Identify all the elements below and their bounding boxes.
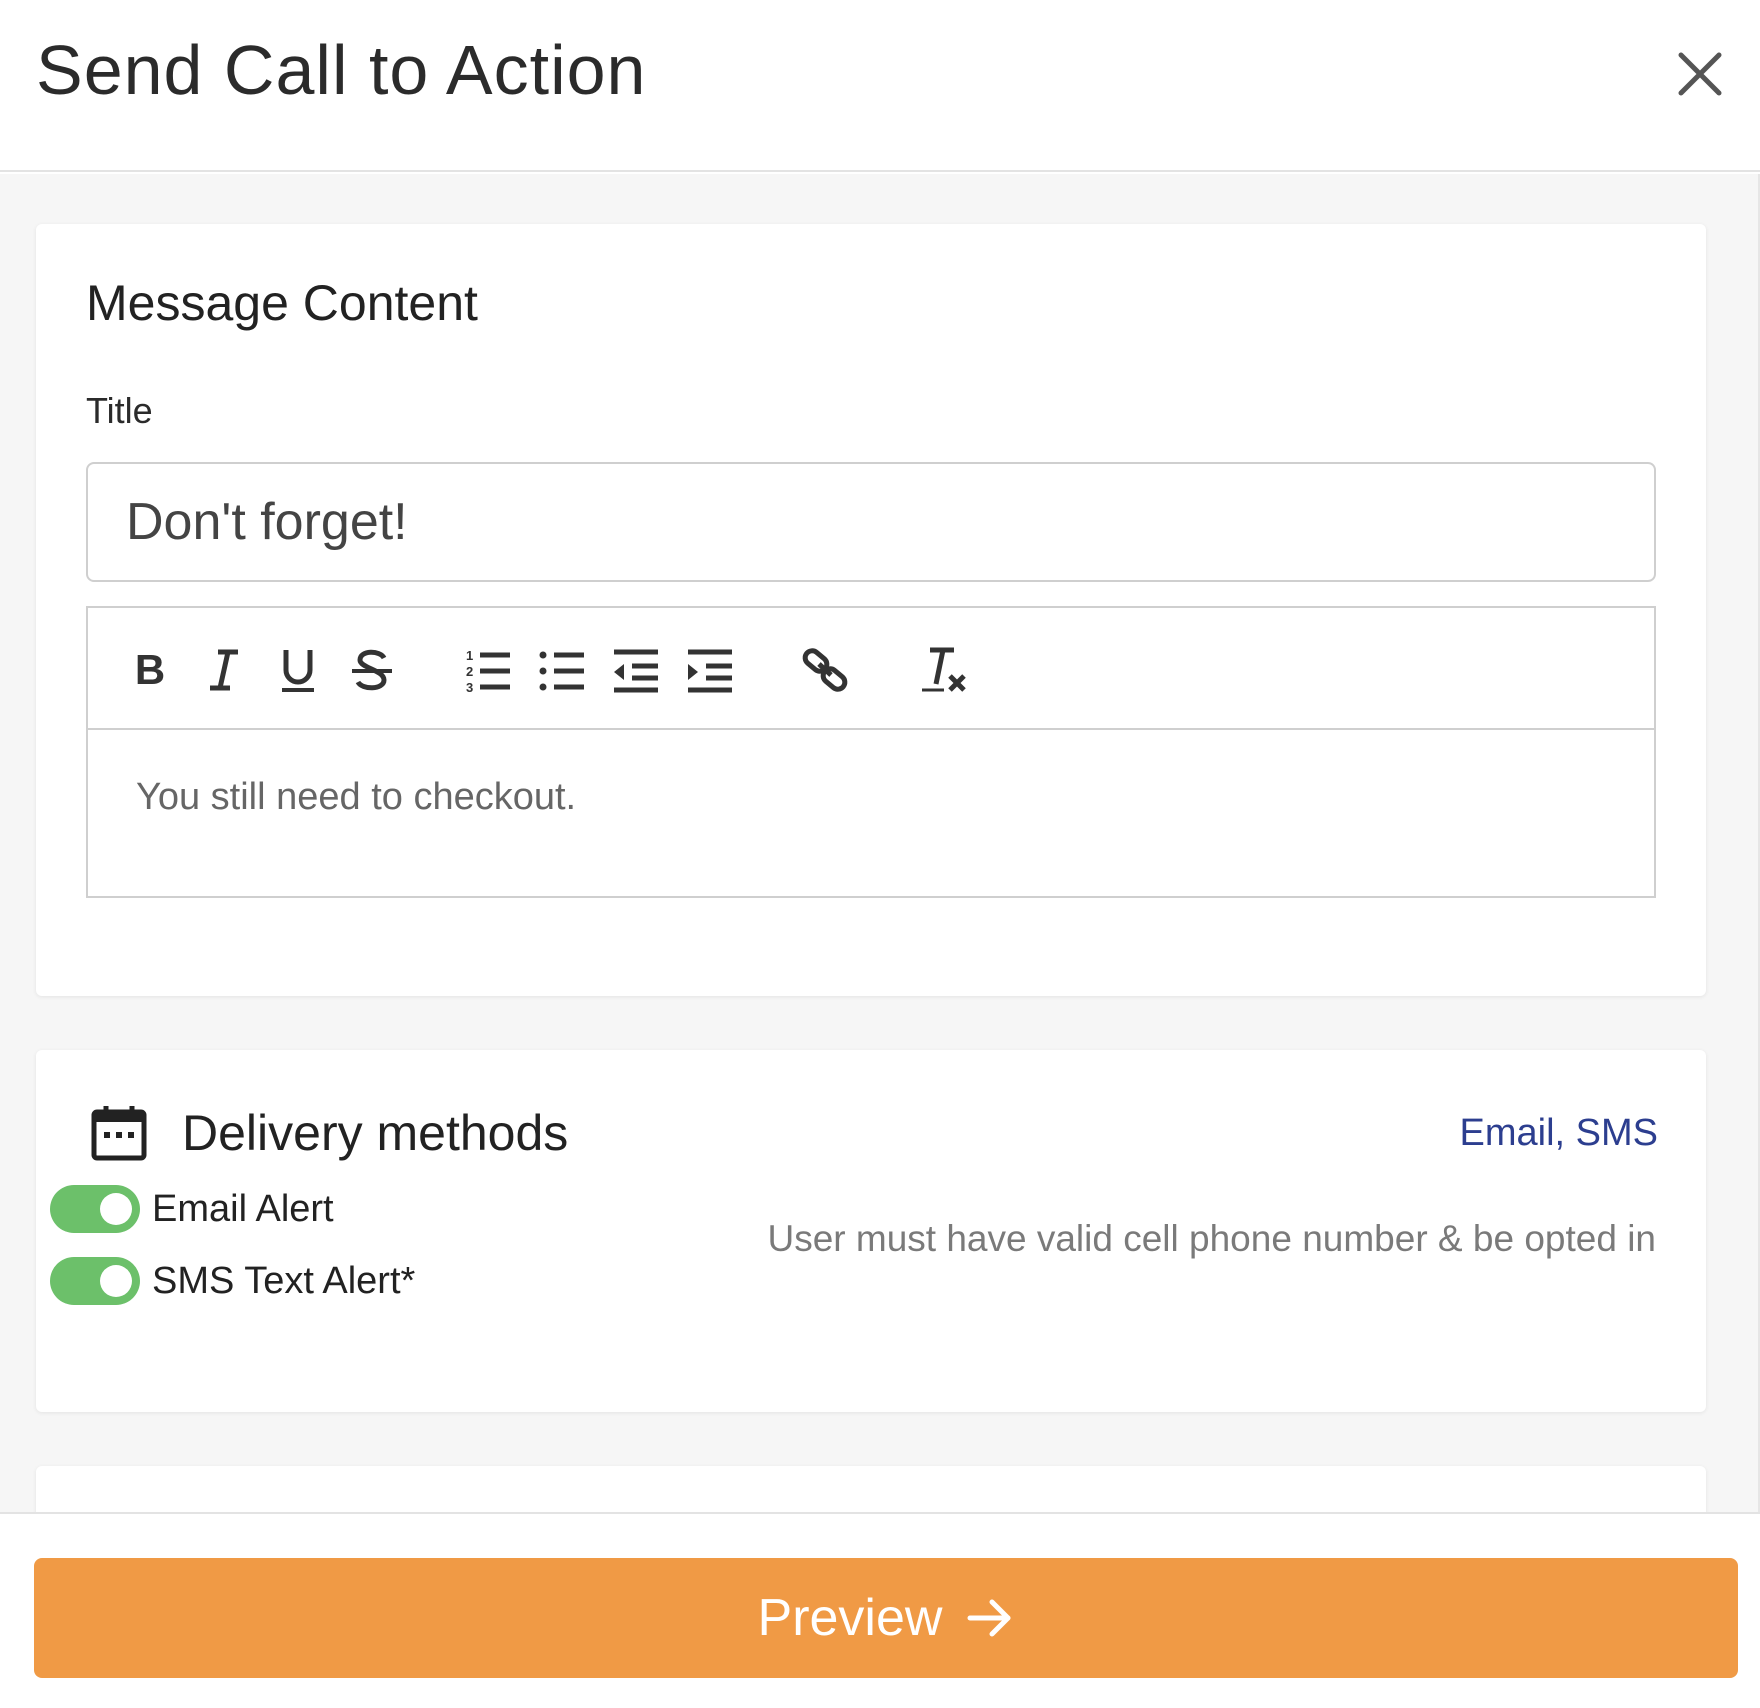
calendar-icon	[91, 1106, 147, 1161]
editor-content[interactable]: You still need to checkout.	[136, 776, 576, 819]
sms-alert-label: SMS Text Alert*	[152, 1259, 416, 1302]
sms-alert-row: SMS Text Alert*	[50, 1256, 415, 1306]
clear-format-icon	[922, 647, 966, 692]
email-alert-toggle[interactable]	[50, 1185, 140, 1233]
rich-text-editor: B 1 2 3 You still need to checkout.	[86, 606, 1656, 898]
title-label: Title	[86, 390, 153, 431]
bold-button[interactable]: B	[124, 644, 176, 696]
link-button[interactable]	[800, 644, 852, 696]
strikethrough-button[interactable]	[346, 644, 398, 696]
ordered-list-icon: 1 2 3	[466, 648, 510, 695]
title-input[interactable]	[86, 462, 1656, 582]
bold-icon: B	[135, 646, 165, 693]
ordered-list-button[interactable]: 1 2 3	[462, 644, 514, 696]
modal-body[interactable]: Message Content Title B	[0, 174, 1760, 1514]
italic-button[interactable]	[198, 644, 250, 696]
preview-button[interactable]: Preview	[34, 1558, 1738, 1678]
svg-text:3: 3	[466, 680, 473, 695]
email-alert-label: Email Alert	[152, 1187, 334, 1230]
close-button[interactable]	[1662, 36, 1738, 112]
bullet-list-icon	[539, 651, 584, 691]
message-content-card: Message Content Title B	[36, 224, 1706, 996]
modal-header: Send Call to Action	[0, 0, 1760, 172]
editor-toolbar: B 1 2 3	[88, 608, 1654, 730]
sms-requirement-note: User must have valid cell phone number &…	[767, 1218, 1656, 1259]
close-icon	[1678, 52, 1722, 96]
underline-button[interactable]	[272, 644, 324, 696]
preview-label: Preview	[757, 1589, 943, 1647]
outdent-button[interactable]	[610, 644, 662, 696]
italic-icon	[210, 649, 238, 691]
svg-text:2: 2	[466, 664, 473, 679]
underline-icon	[282, 650, 314, 692]
toggle-knob	[100, 1193, 132, 1225]
indent-button[interactable]	[684, 644, 736, 696]
toggle-knob	[100, 1265, 132, 1297]
modal-footer: Preview	[0, 1512, 1760, 1708]
strikethrough-icon	[352, 649, 392, 691]
bullet-list-button[interactable]	[536, 644, 588, 696]
clear-format-button[interactable]	[918, 644, 970, 696]
delivery-methods-heading: Delivery methods	[182, 1105, 569, 1161]
link-icon	[802, 648, 848, 692]
message-content-heading: Message Content	[86, 275, 478, 331]
modal-title: Send Call to Action	[36, 31, 647, 109]
additional-settings-card	[36, 1466, 1706, 1514]
indent-icon	[688, 649, 732, 693]
svg-text:1: 1	[466, 648, 473, 663]
delivery-summary-link[interactable]: Email, SMS	[1460, 1112, 1658, 1155]
arrow-right-icon	[967, 1599, 1011, 1637]
sms-alert-toggle[interactable]	[50, 1257, 140, 1305]
outdent-icon	[614, 649, 658, 693]
email-alert-row: Email Alert	[50, 1184, 334, 1234]
svg-text:B: B	[135, 646, 165, 693]
